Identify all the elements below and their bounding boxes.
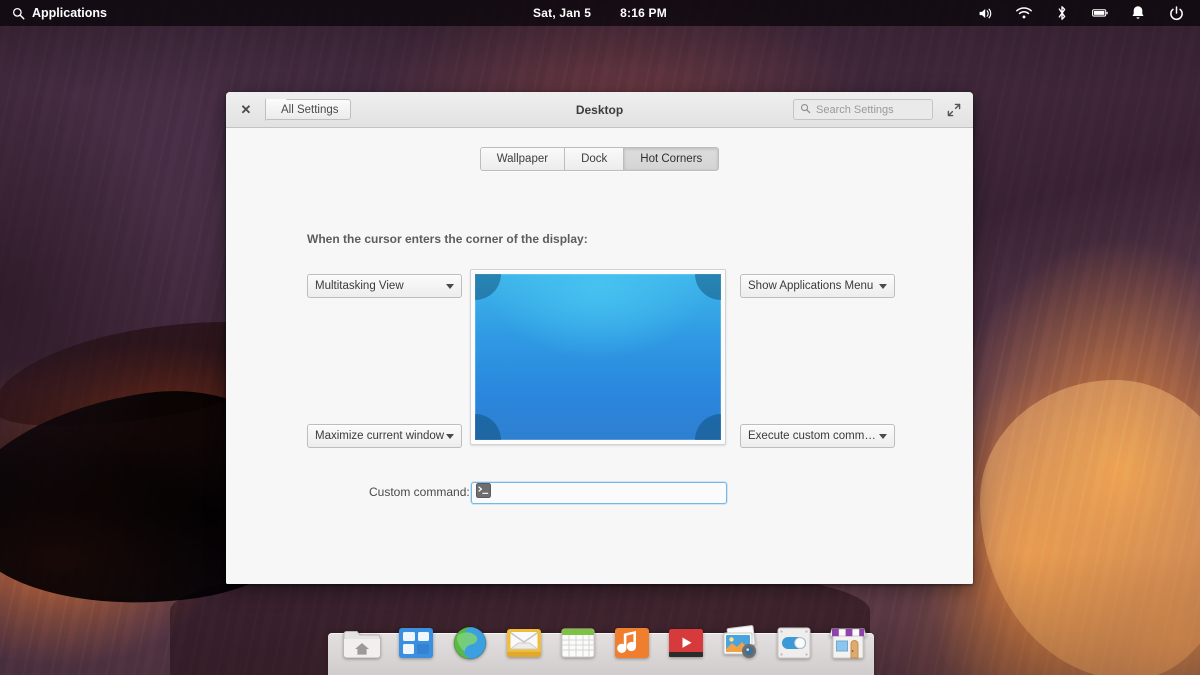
calendar-icon (556, 621, 600, 665)
system-settings-icon (772, 621, 816, 665)
monitor-preview-screen (475, 274, 721, 440)
hot-corner-top-left-value: Multitasking View (315, 280, 404, 292)
battery-icon[interactable] (1092, 5, 1108, 21)
search-input[interactable] (816, 103, 926, 116)
system-tray (978, 5, 1200, 21)
chevron-down-icon (879, 283, 887, 289)
dock-item-system-settings[interactable] (772, 621, 816, 665)
hot-corner-top-right-dropdown[interactable]: Show Applications Menu (740, 274, 895, 298)
hot-corner-indicator-bottom-left[interactable] (475, 414, 501, 440)
panel-date: Sat, Jan 5 (533, 6, 592, 20)
videos-icon (664, 621, 708, 665)
hot-corner-bottom-left-dropdown[interactable]: Maximize current window (307, 424, 462, 448)
titlebar-actions (793, 99, 963, 120)
hot-corner-bottom-right-value: Execute custom command (748, 430, 879, 442)
hot-corner-top-right-value: Show Applications Menu (748, 280, 874, 292)
monitor-preview (470, 269, 726, 445)
system-settings-window: ✕ All Settings Desktop Search Settings W… (226, 92, 973, 584)
music-icon (610, 621, 654, 665)
notification-bell-icon[interactable] (1130, 5, 1146, 21)
dock-item-app-center[interactable] (826, 621, 870, 665)
hot-corners-hint: When the cursor enters the corner of the… (307, 232, 588, 246)
hot-corner-indicator-top-left[interactable] (475, 274, 501, 300)
dock-item-web-browser[interactable] (448, 621, 492, 665)
tab-hot-corners[interactable]: Hot Corners (624, 148, 719, 170)
tab-dock[interactable]: Dock (565, 148, 625, 170)
dock-item-photos[interactable] (718, 621, 762, 665)
custom-command-field[interactable] (471, 482, 727, 504)
bluetooth-icon[interactable] (1054, 5, 1070, 21)
window-titlebar: ✕ All Settings Desktop (226, 92, 973, 128)
chevron-down-icon (446, 283, 454, 289)
dock-item-calendar[interactable] (556, 621, 600, 665)
maximize-icon[interactable] (945, 101, 963, 119)
dock-item-mail[interactable] (502, 621, 546, 665)
search-settings-box[interactable] (793, 99, 933, 120)
volume-icon[interactable] (978, 5, 994, 21)
custom-command-label: Custom command: (369, 485, 470, 499)
settings-content: Wallpaper Dock Hot Corners When the curs… (226, 128, 973, 584)
dock-item-videos[interactable] (664, 621, 708, 665)
search-icon (12, 7, 25, 20)
wallpaper-rock-glow (980, 380, 1200, 675)
hot-corner-indicator-top-right[interactable] (695, 274, 721, 300)
hot-corner-bottom-left-value: Maximize current window (315, 430, 445, 442)
dock-item-multitasking-view[interactable] (394, 621, 438, 665)
dock-item-files[interactable] (340, 621, 384, 665)
panel-time: 8:16 PM (620, 6, 667, 20)
chevron-down-icon (446, 433, 454, 439)
power-icon[interactable] (1168, 5, 1184, 21)
terminal-icon (476, 483, 491, 503)
search-icon (800, 101, 811, 119)
wifi-icon[interactable] (1016, 5, 1032, 21)
app-center-icon (826, 621, 870, 665)
tab-wallpaper[interactable]: Wallpaper (480, 148, 566, 170)
top-panel: Applications Sat, Jan 5 8:16 PM (0, 0, 1200, 26)
back-button-label: All Settings (281, 103, 339, 116)
hot-corner-indicator-bottom-right[interactable] (695, 414, 721, 440)
photos-icon (718, 621, 762, 665)
chevron-down-icon (879, 433, 887, 439)
dock (328, 625, 874, 675)
tab-bar: Wallpaper Dock Hot Corners (226, 128, 973, 171)
dock-item-music[interactable] (610, 621, 654, 665)
custom-command-input[interactable] (497, 487, 722, 499)
web-browser-icon (448, 621, 492, 665)
hot-corner-top-left-dropdown[interactable]: Multitasking View (307, 274, 462, 298)
applications-menu-button[interactable]: Applications (0, 0, 119, 26)
all-settings-back-button[interactable]: All Settings (265, 99, 351, 120)
mail-icon (502, 621, 546, 665)
files-icon (340, 621, 384, 665)
hot-corner-bottom-right-dropdown[interactable]: Execute custom command (740, 424, 895, 448)
close-icon[interactable]: ✕ (236, 100, 256, 120)
multitasking-view-icon (394, 621, 438, 665)
applications-menu-label: Applications (32, 6, 108, 20)
